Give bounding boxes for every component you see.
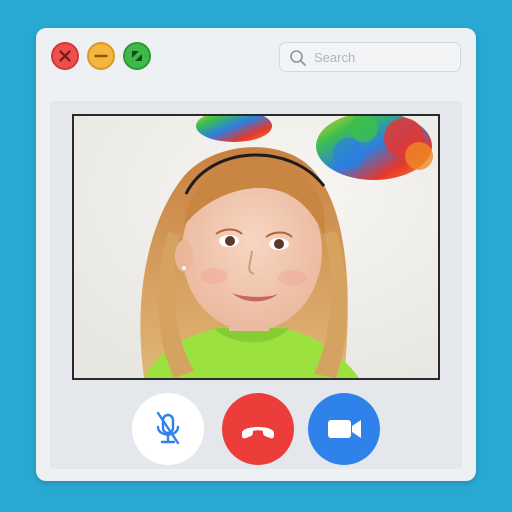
remote-video-feed [72, 114, 440, 380]
close-button[interactable] [51, 42, 79, 70]
minimize-button[interactable] [87, 42, 115, 70]
search-placeholder: Search [314, 50, 356, 65]
title-bar: Search [36, 28, 476, 88]
video-call-window: Search [36, 28, 476, 481]
search-icon [290, 50, 306, 66]
call-panel [50, 101, 462, 469]
maximize-icon [132, 51, 142, 61]
end-call-button[interactable] [222, 393, 294, 465]
close-icon [59, 50, 71, 62]
search-field[interactable]: Search [279, 42, 461, 72]
toggle-camera-button[interactable] [308, 393, 380, 465]
phone-hangup-icon [242, 427, 274, 439]
participant-video-image [74, 116, 438, 378]
microphone-muted-icon [156, 411, 180, 445]
minimize-icon [94, 54, 108, 58]
video-camera-icon [328, 420, 361, 438]
maximize-button[interactable] [123, 42, 151, 70]
mute-microphone-button[interactable] [132, 393, 204, 465]
